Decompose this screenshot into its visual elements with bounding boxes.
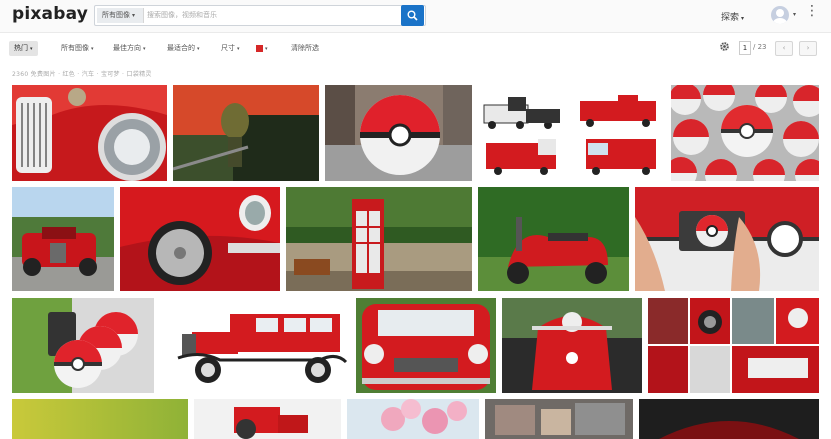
search-button[interactable] (401, 5, 424, 26)
search-bar: 所有图像 ▾ (94, 5, 426, 26)
chevron-down-icon: ▾ (197, 46, 200, 52)
image-tile[interactable] (12, 298, 154, 393)
image-tile[interactable] (286, 187, 472, 291)
image-tile[interactable] (160, 298, 350, 393)
chevron-down-icon[interactable]: ▾ (793, 11, 796, 18)
filter-orientation[interactable]: 最佳方向 ▾ (108, 41, 151, 56)
filter-image-type[interactable]: 所有图像 ▾ (56, 41, 99, 56)
image-tile[interactable] (173, 85, 319, 181)
prev-page-button[interactable]: ‹ (775, 41, 793, 56)
image-tile[interactable] (356, 298, 496, 393)
filter-popular[interactable]: 热门 ▾ (9, 41, 38, 56)
filter-image-type-label: 所有图像 (61, 44, 89, 52)
image-tile[interactable] (502, 298, 642, 393)
image-tile[interactable] (478, 187, 629, 291)
image-tile[interactable] (194, 399, 341, 439)
page-number-input[interactable]: 1 (739, 41, 751, 55)
explore-label: 探索 (721, 13, 740, 23)
filter-popular-label: 热门 (14, 44, 28, 52)
page-total: / 23 (753, 43, 767, 51)
results-summary: 2360 免费图片 · 红色 · 汽车 · 宝可梦 · 口袋精灵 (12, 71, 152, 78)
search-type-dropdown[interactable]: 所有图像 ▾ (97, 8, 145, 23)
chevron-down-icon: ▾ (91, 46, 94, 52)
chevron-down-icon: ▾ (132, 12, 136, 19)
image-tile[interactable] (12, 187, 114, 291)
search-type-label: 所有图像 (102, 11, 130, 19)
chevron-down-icon: ▾ (30, 46, 33, 52)
search-input[interactable] (143, 7, 401, 22)
image-tile[interactable] (325, 85, 472, 181)
image-tile[interactable] (478, 85, 665, 181)
chevron-down-icon: ▾ (741, 15, 745, 22)
chevron-down-icon: ▾ (237, 46, 240, 52)
color-swatch (256, 44, 263, 52)
filter-color[interactable]: ▾ (256, 41, 268, 56)
image-tile[interactable] (485, 399, 633, 439)
filter-orientation-label: 最佳方向 (113, 44, 141, 52)
image-tile[interactable] (639, 399, 819, 439)
more-vertical-icon[interactable]: ⋮ (805, 4, 819, 18)
image-tile[interactable] (12, 399, 188, 439)
filter-size[interactable]: 尺寸 ▾ (216, 41, 245, 56)
image-tile[interactable] (635, 187, 819, 291)
image-tile[interactable] (648, 298, 819, 393)
chevron-down-icon: ▾ (143, 46, 146, 52)
chevron-down-icon: ▾ (265, 46, 268, 52)
filter-category[interactable]: 最适合的 ▾ (162, 41, 205, 56)
search-icon (407, 10, 418, 21)
next-page-button[interactable]: › (799, 41, 817, 56)
user-avatar[interactable] (771, 6, 789, 24)
clear-filters-button[interactable]: 清除所选 (286, 41, 324, 56)
pixabay-logo[interactable]: pixabay (12, 4, 88, 24)
top-header: pixabay 所有图像▾ 探索▾ ▾ ⋮ (0, 0, 831, 33)
image-tile[interactable] (120, 187, 280, 291)
image-tile[interactable] (671, 85, 819, 181)
clear-filters-label: 清除所选 (291, 44, 319, 52)
explore-menu[interactable]: 探索 ▾ (721, 10, 744, 23)
image-tile[interactable] (12, 85, 167, 181)
filter-size-label: 尺寸 (221, 44, 235, 52)
gear-icon[interactable] (719, 41, 730, 52)
image-tile[interactable] (347, 399, 479, 439)
filter-category-label: 最适合的 (167, 44, 195, 52)
filter-bar: 热门 ▾ 所有图像 ▾ 最佳方向 ▾ 最适合的 ▾ 尺寸 ▾ ▾ 清除所选 (0, 38, 831, 60)
